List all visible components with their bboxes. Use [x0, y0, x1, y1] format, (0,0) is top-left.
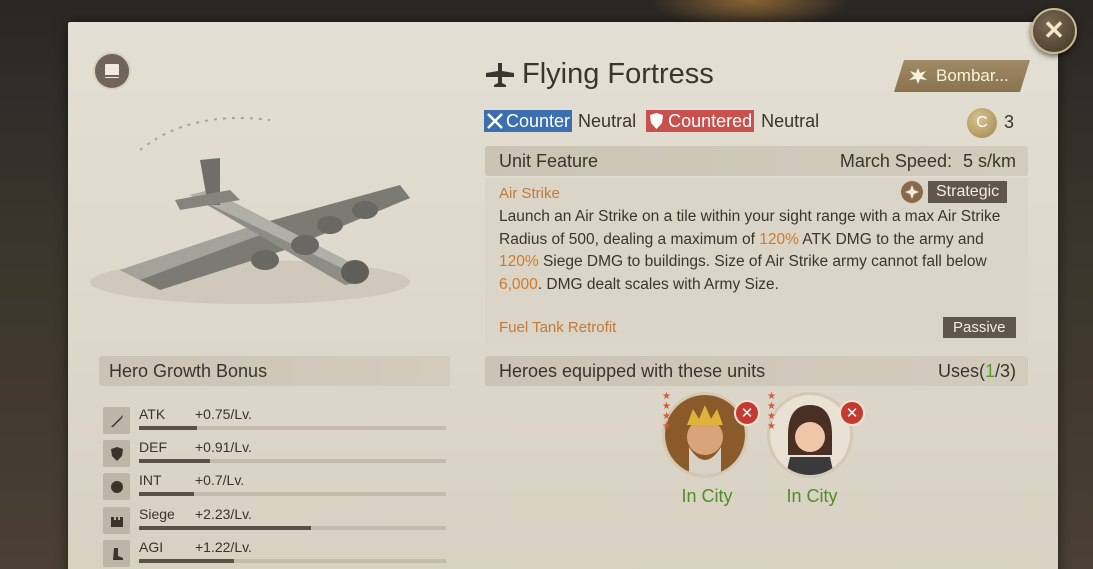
hero-card[interactable]: ★ ★ ★ ★ ✕ In City — [767, 392, 867, 512]
stat-bar-fill — [139, 426, 198, 430]
heroes-equipped-title: Heroes equipped with these units — [499, 360, 766, 381]
stat-row-siege: Siege +2.23/Lv. — [103, 505, 448, 535]
sword-icon — [103, 407, 130, 434]
stat-row-int: INT +0.7/Lv. — [103, 471, 448, 501]
hero-growth-title: Hero Growth Bonus — [109, 360, 268, 381]
unit-type-button[interactable]: Bombar... — [894, 60, 1030, 92]
stat-bar — [139, 492, 446, 496]
stat-value: +1.22/Lv. — [195, 539, 252, 555]
unit-feature-header: Unit Feature March Speed: 5 s/km — [485, 146, 1028, 176]
crossed-swords-icon — [487, 113, 503, 129]
stat-row-def: DEF +0.91/Lv. — [103, 438, 448, 468]
unit-feature-title: Unit Feature — [499, 150, 599, 171]
stat-name: ATK — [139, 406, 166, 422]
stat-bar — [139, 426, 446, 430]
hero-status: In City — [786, 486, 838, 506]
feature-description: Launch an Air Strike on a tile within yo… — [499, 206, 1024, 296]
shield-icon — [103, 440, 130, 467]
hero-portrait-avatar[interactable] — [662, 392, 748, 478]
desc-highlight: 120% — [759, 230, 799, 248]
feature-name: Fuel Tank Retrofit — [499, 319, 617, 336]
close-icon: ✕ — [1043, 16, 1065, 46]
heroes-equipped-header: Heroes equipped with these units Uses(1/… — [485, 356, 1028, 386]
desc-text: Siege DMG to buildings. Size of Air Stri… — [538, 253, 987, 270]
hero-growth-header: Hero Growth Bonus — [99, 356, 450, 386]
countered-tag: Countered — [646, 110, 755, 132]
feature-tag-passive: Passive — [943, 317, 1016, 338]
uses-suffix: /3) — [994, 360, 1016, 381]
stat-bar-fill — [139, 526, 311, 530]
stat-bar-fill — [139, 492, 195, 496]
stat-bar — [139, 559, 446, 563]
counter-value: Neutral — [578, 110, 637, 131]
stat-row-atk: ATK +0.75/Lv. — [103, 405, 448, 435]
stat-name: DEF — [139, 439, 167, 455]
brain-icon — [103, 473, 130, 500]
desc-text: ATK DMG to the army and — [798, 230, 984, 248]
stat-bar-fill — [139, 459, 210, 463]
march-speed-value: 5 s/km — [962, 150, 1016, 171]
counter-tag: Counter — [484, 110, 573, 132]
stat-name: INT — [139, 472, 162, 488]
desc-highlight: 120% — [499, 253, 539, 270]
feature-list[interactable]: Air Strike Strategic Launch an Air Strik… — [485, 178, 1028, 344]
stat-name: AGI — [139, 539, 164, 555]
unit-name: Flying Fortress — [522, 58, 714, 90]
hero-card[interactable]: ★ ★ ★ ★ ✕ In City — [662, 392, 762, 512]
stat-name: Siege — [139, 506, 175, 522]
stat-bar-fill — [139, 559, 235, 563]
unit-type-label: Bombar... — [936, 66, 1009, 85]
cost-value: 3 — [1004, 112, 1015, 132]
desc-text: . DMG dealt scales with Army Size. — [537, 275, 779, 293]
hero-portrait-avatar[interactable] — [767, 392, 853, 478]
counter-label: Counter — [506, 110, 571, 131]
stat-value: +0.7/Lv. — [195, 472, 245, 488]
feature-name: Air Strike — [499, 185, 560, 202]
uses-count: 1 — [984, 360, 995, 381]
plane-icon — [486, 62, 514, 87]
stat-row-agi: AGI +1.22/Lv. — [103, 538, 448, 568]
close-icon: ✕ — [845, 404, 859, 422]
close-icon: ✕ — [740, 404, 754, 422]
countered-value: Neutral — [761, 110, 820, 131]
remove-hero-button[interactable]: ✕ — [734, 400, 760, 426]
stat-bar — [139, 526, 446, 530]
strategic-icon — [901, 181, 923, 203]
boot-icon — [103, 540, 130, 567]
hero-rank-stars: ★ ★ ★ ★ — [767, 391, 776, 432]
shield-icon — [650, 113, 664, 129]
uses-prefix: Uses( — [937, 360, 985, 381]
cost-coin-icon: C — [967, 108, 997, 138]
stat-value: +2.23/Lv. — [195, 506, 252, 522]
unit-illustration — [80, 110, 460, 340]
desc-highlight: 6,000 — [499, 275, 538, 293]
feature-tag-strategic: Strategic — [928, 181, 1008, 203]
stat-value: +0.75/Lv. — [195, 406, 252, 422]
encyclopedia-button[interactable] — [93, 52, 131, 90]
hero-status: In City — [681, 486, 733, 506]
unit-title: Flying Fortress — [484, 58, 714, 91]
stat-bar — [139, 459, 446, 463]
cost-letter: C — [976, 114, 988, 131]
march-speed: March Speed: 5 s/km — [840, 151, 1016, 172]
uses-counter: Uses(1/3) — [938, 361, 1016, 382]
book-icon — [105, 64, 119, 78]
countered-label: Countered — [668, 110, 753, 131]
counter-tags: Counter Neutral Countered Neutral — [484, 110, 819, 132]
castle-icon — [103, 507, 130, 534]
march-speed-label: March Speed: — [839, 150, 952, 171]
hero-rank-stars: ★ ★ ★ ★ — [662, 391, 671, 432]
explosion-icon — [908, 67, 928, 85]
stat-value: +0.91/Lv. — [195, 439, 252, 455]
close-button[interactable]: ✕ — [1031, 8, 1077, 54]
remove-hero-button[interactable]: ✕ — [839, 400, 865, 426]
bomber-plane-image — [90, 117, 410, 304]
